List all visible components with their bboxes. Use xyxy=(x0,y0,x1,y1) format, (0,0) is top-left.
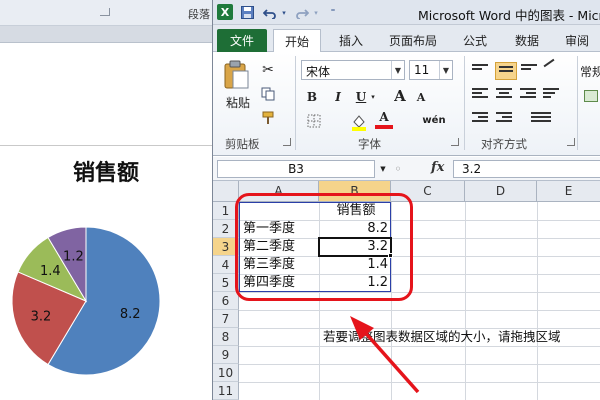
decrease-indent-icon[interactable] xyxy=(472,112,488,124)
font-group-label: 字体 xyxy=(358,137,381,151)
align-middle-icon[interactable] xyxy=(495,62,517,80)
font-name-value: 宋体 xyxy=(306,65,331,79)
chevron-down-icon: ▼ xyxy=(391,61,404,79)
screenshot: 段落 销售额 8.2 3.2 1.4 1.2 X ▾ ▾ ⁼ Microsoft Wo… xyxy=(0,0,600,400)
formula-input[interactable]: 3.2 xyxy=(453,160,600,178)
ribbon-launcher-icon[interactable] xyxy=(100,8,110,16)
word-ribbon-fragment: 段落 xyxy=(0,0,212,26)
row-header-10[interactable]: 10 xyxy=(213,364,239,382)
pie-data-label-3: 1.4 xyxy=(40,264,61,279)
group-separator xyxy=(295,56,296,150)
align-center-icon[interactable] xyxy=(496,88,512,100)
align-right-icon[interactable] xyxy=(520,88,536,100)
title-bar: X ▾ ▾ ⁼ Microsoft Word 中的图表 - Micr xyxy=(213,0,600,25)
redo-icon[interactable] xyxy=(293,4,311,21)
tab-file[interactable]: 文件 xyxy=(217,29,267,52)
save-icon[interactable] xyxy=(239,4,255,21)
chevron-down-icon: ▼ xyxy=(439,61,452,79)
font-color-button[interactable]: A xyxy=(375,109,393,129)
row-header-8[interactable]: 8 xyxy=(213,328,239,346)
chart-frame-border xyxy=(0,145,212,146)
tab-data[interactable]: 数据 xyxy=(509,29,545,52)
gridline xyxy=(239,382,600,383)
increase-indent-icon[interactable] xyxy=(496,112,512,124)
row-header-11[interactable]: 11 xyxy=(213,382,239,400)
excel-window: X ▾ ▾ ⁼ Microsoft Word 中的图表 - Micr 文件 开始… xyxy=(212,0,600,400)
row-header-9[interactable]: 9 xyxy=(213,346,239,364)
gridline xyxy=(537,202,538,400)
name-box[interactable]: B3 xyxy=(217,160,375,178)
paste-button[interactable]: 粘贴 xyxy=(223,94,253,110)
clipboard-group-label: 剪贴板 xyxy=(225,137,260,151)
ribbon-tabs: 文件 开始 插入 页面布局 公式 数据 审阅 xyxy=(213,25,600,53)
fill-color-icon[interactable] xyxy=(349,112,369,132)
align-bottom-icon[interactable] xyxy=(521,64,537,76)
italic-button[interactable]: I xyxy=(330,88,346,106)
tab-formulas[interactable]: 公式 xyxy=(457,29,493,52)
annotation-ring xyxy=(235,193,413,301)
redo-dropdown-icon[interactable]: ▾ xyxy=(311,4,321,21)
group-separator xyxy=(464,56,465,150)
font-launcher-icon[interactable] xyxy=(451,138,459,146)
word-ruler xyxy=(0,26,212,43)
underline-button[interactable]: U xyxy=(353,88,369,106)
pie-chart[interactable]: 8.2 3.2 1.41.2 xyxy=(0,215,212,400)
currency-format-icon[interactable] xyxy=(583,88,599,104)
number-format-dropdown[interactable]: 常规 xyxy=(580,62,600,80)
undo-dropdown-icon[interactable]: ▾ xyxy=(279,4,289,21)
tab-insert[interactable]: 插入 xyxy=(331,29,371,52)
shrink-font-button[interactable]: A xyxy=(413,89,429,105)
ribbon-home: 粘贴 ✂ 剪贴板 宋体 ▼ 11 ▼ B I U ▾ A A A wén 字体 … xyxy=(213,52,600,156)
gridline xyxy=(239,310,600,311)
pie-data-label-2: 3.2 xyxy=(31,310,52,325)
tab-home[interactable]: 开始 xyxy=(273,29,321,53)
text-orientation-icon[interactable] xyxy=(543,58,559,74)
underline-dropdown-icon[interactable]: ▾ xyxy=(369,90,377,104)
cell-b8-hint[interactable]: 若要调整图表数据区域的大小，请拖拽区域 xyxy=(323,328,600,346)
formula-bar-handle-icon[interactable]: ◦ xyxy=(389,161,407,177)
row-header-7[interactable]: 7 xyxy=(213,310,239,328)
font-size-dropdown[interactable]: 11 ▼ xyxy=(409,60,453,80)
column-header-e[interactable]: E xyxy=(537,181,600,202)
row-header-6[interactable]: 6 xyxy=(213,292,239,310)
tab-review[interactable]: 审阅 xyxy=(559,29,595,52)
column-header-d[interactable]: D xyxy=(465,181,537,202)
format-painter-icon[interactable] xyxy=(259,110,277,126)
insert-function-icon[interactable]: fx xyxy=(431,160,444,175)
window-title: Microsoft Word 中的图表 - Micr xyxy=(418,8,600,23)
pie-data-label-4: 1.2 xyxy=(63,249,84,264)
clipboard-launcher-icon[interactable] xyxy=(283,138,291,146)
select-all-corner[interactable] xyxy=(213,181,239,202)
merge-center-icon[interactable] xyxy=(531,112,551,124)
alignment-launcher-icon[interactable] xyxy=(567,138,575,146)
formula-bar: B3 ▼ ◦ fx 3.2 xyxy=(213,157,600,181)
font-size-value: 11 xyxy=(414,63,430,77)
group-separator xyxy=(577,56,578,150)
wrap-text-icon[interactable] xyxy=(543,88,559,100)
excel-logo-icon[interactable]: X xyxy=(217,4,233,20)
paste-icon[interactable] xyxy=(219,58,253,90)
gridline xyxy=(465,202,466,400)
worksheet-grid[interactable]: A B C D E 1 2 3 4 5 6 7 8 9 10 11 销售额 第一… xyxy=(213,181,600,400)
copy-icon[interactable] xyxy=(259,86,277,102)
border-icon[interactable] xyxy=(305,112,323,130)
undo-icon[interactable] xyxy=(261,4,279,21)
alignment-group-label: 对齐方式 xyxy=(481,137,527,151)
phonetic-guide-button[interactable]: wén xyxy=(421,110,447,130)
tab-page-layout[interactable]: 页面布局 xyxy=(383,29,443,52)
gridline xyxy=(239,346,600,347)
name-box-dropdown-icon[interactable]: ▼ xyxy=(377,161,389,177)
customize-toolbar-icon[interactable]: ⁼ xyxy=(327,4,339,21)
font-name-dropdown[interactable]: 宋体 ▼ xyxy=(301,60,405,80)
paragraph-group-label: 段落 xyxy=(188,8,210,21)
chart-title[interactable]: 销售额 xyxy=(0,155,212,187)
gridline xyxy=(239,364,600,365)
align-top-icon[interactable] xyxy=(472,64,488,76)
cut-icon[interactable]: ✂ xyxy=(259,62,277,78)
grow-font-button[interactable]: A xyxy=(391,87,409,105)
pie-data-label-1: 8.2 xyxy=(120,307,141,322)
bold-button[interactable]: B xyxy=(304,88,320,106)
align-left-icon[interactable] xyxy=(472,88,488,100)
